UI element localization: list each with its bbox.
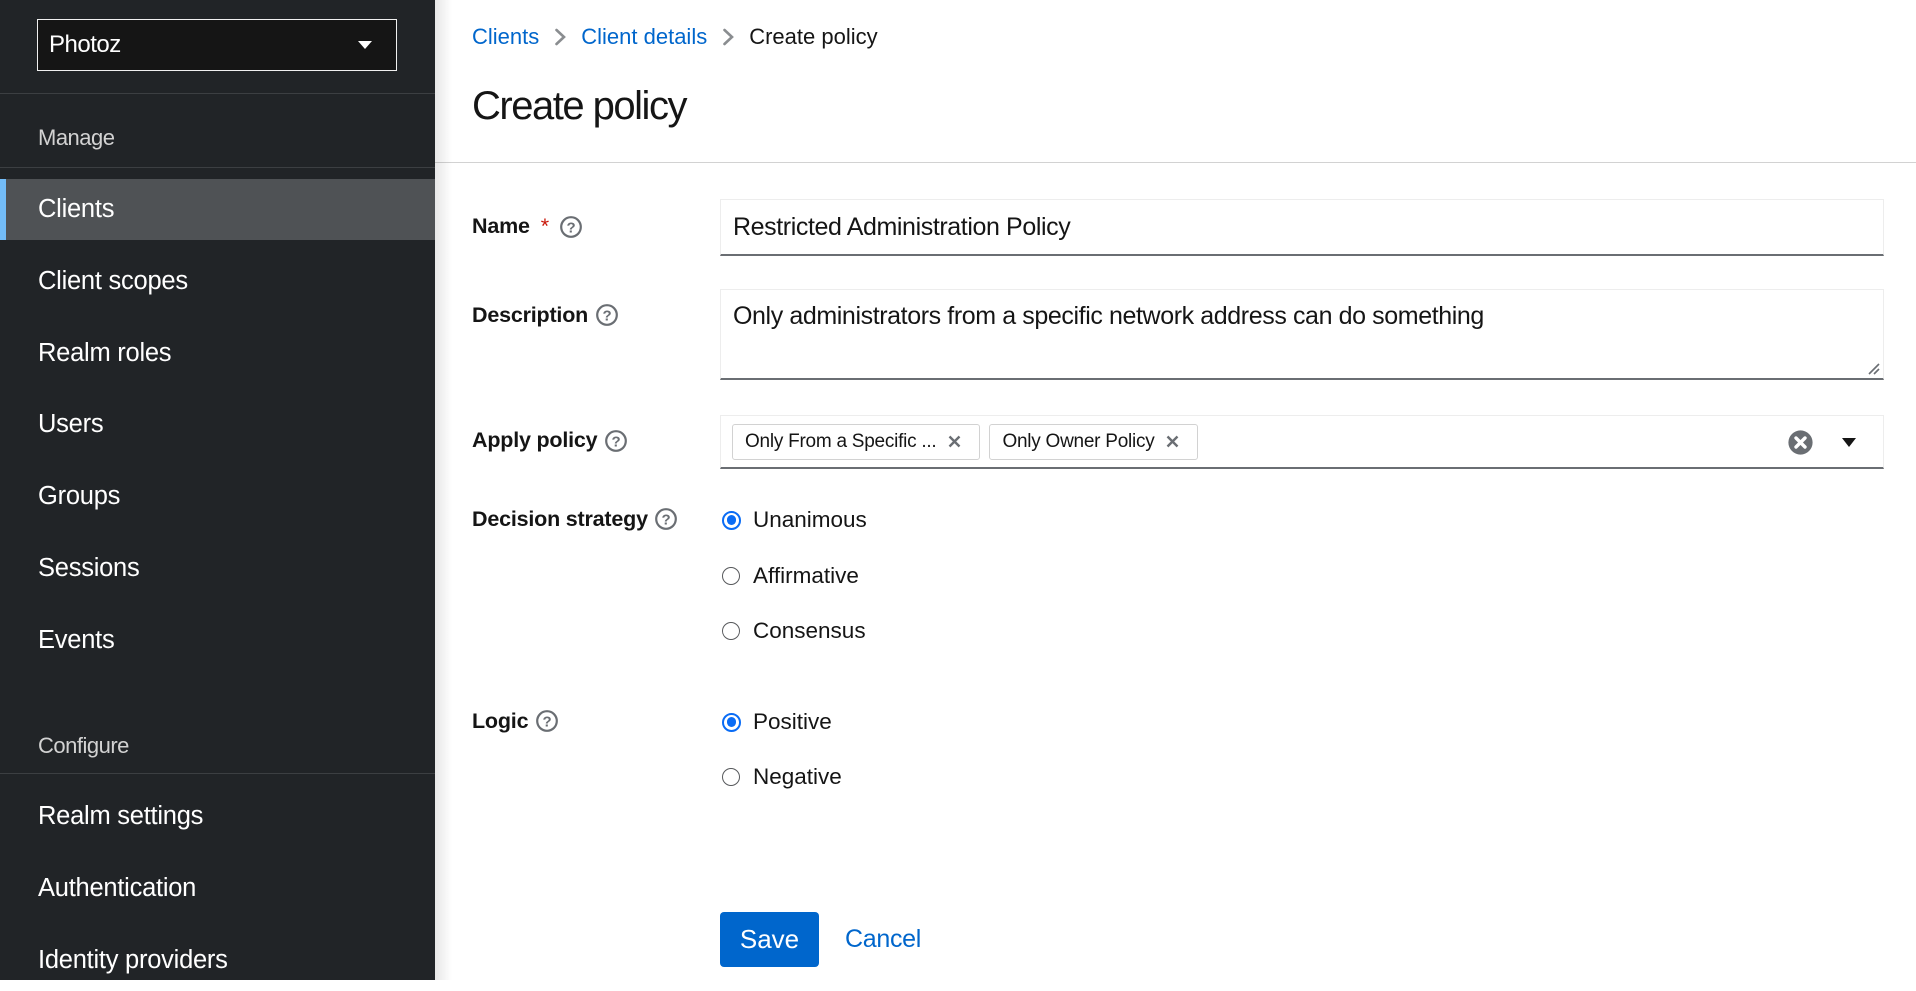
svg-text:?: ? [662,511,671,528]
svg-text:?: ? [542,713,551,730]
svg-text:?: ? [611,433,620,450]
svg-text:?: ? [566,219,575,236]
svg-text:?: ? [602,307,611,324]
